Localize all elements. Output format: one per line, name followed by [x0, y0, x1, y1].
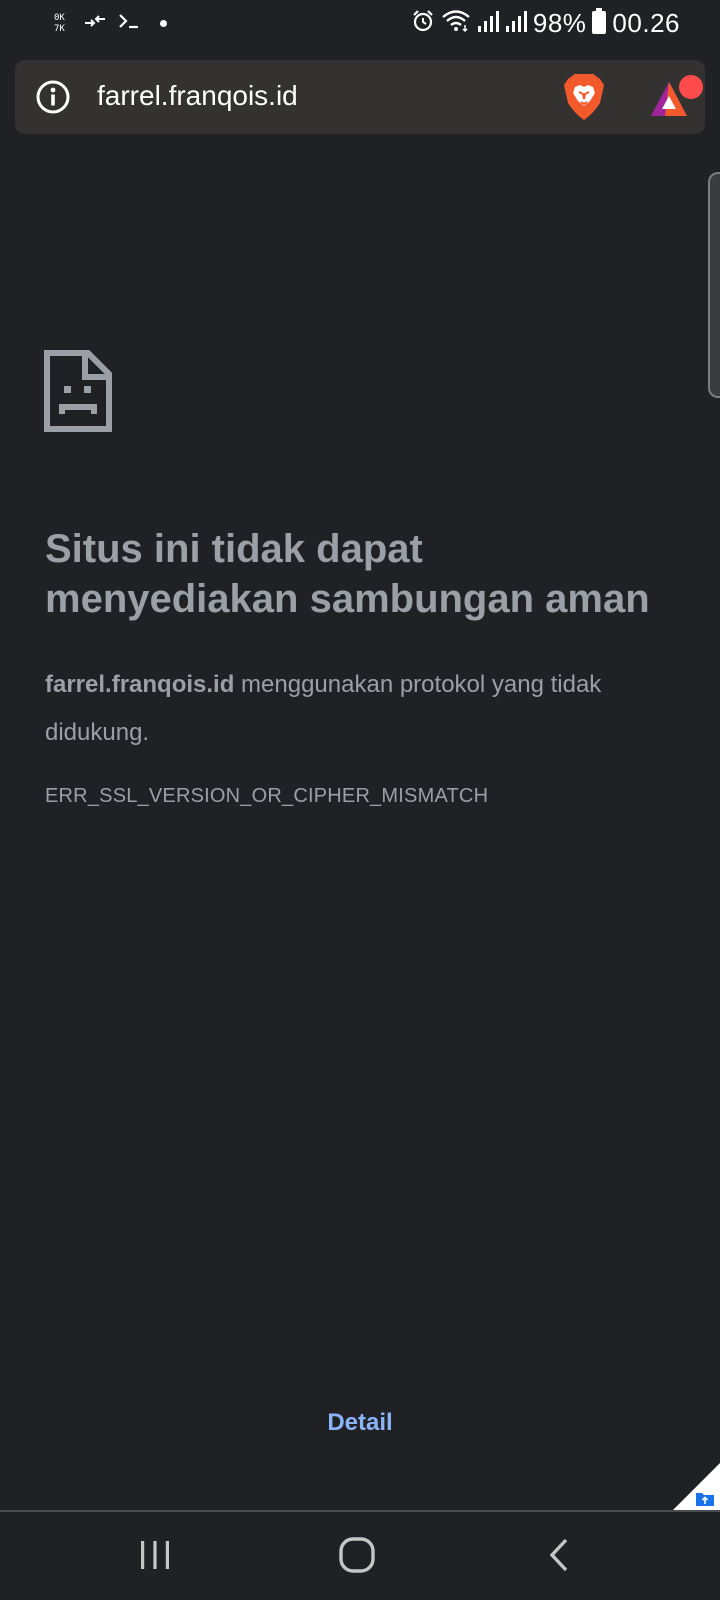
data-transfer-icon	[84, 13, 106, 34]
address-bar[interactable]: farrel.franqois.id	[15, 60, 705, 134]
info-icon[interactable]	[35, 79, 71, 115]
status-left: 0K 7K	[54, 10, 167, 36]
svg-text:0K: 0K	[54, 13, 65, 23]
status-right: 98% 00.26	[411, 7, 680, 39]
recents-icon	[138, 1539, 172, 1576]
signal-icon	[477, 9, 499, 38]
terminal-icon	[118, 13, 140, 34]
clock: 00.26	[612, 7, 680, 38]
error-title: Situs ini tidak dapat menyediakan sambun…	[45, 527, 650, 621]
brave-shields-icon[interactable]	[563, 73, 605, 121]
error-description: farrel.franqois.id menggunakan protokol …	[45, 661, 685, 757]
battery-percent: 98%	[532, 7, 587, 38]
corner-folder-badge[interactable]	[672, 1463, 720, 1511]
url-text[interactable]: farrel.franqois.id	[97, 80, 298, 112]
screen: 0K 7K 98% 00.26 farrel.franqois.id Situs…	[0, 0, 720, 1600]
alarm-icon	[411, 9, 435, 38]
home-button[interactable]	[330, 1530, 384, 1584]
back-button[interactable]	[532, 1530, 586, 1584]
wifi-icon	[441, 9, 471, 38]
detail-button[interactable]: Detail	[0, 1409, 720, 1437]
brave-rewards-icon[interactable]	[651, 74, 707, 120]
keyboard-speed-icon: 0K 7K	[54, 11, 72, 36]
navigation-bar	[0, 1512, 720, 1600]
svg-text:7K: 7K	[54, 24, 65, 33]
status-bar: 0K 7K 98% 00.26	[0, 0, 720, 46]
signal-icon	[505, 9, 527, 38]
recents-button[interactable]	[128, 1530, 182, 1584]
sad-page-icon	[44, 350, 112, 432]
back-icon	[546, 1537, 572, 1578]
home-icon	[338, 1536, 376, 1579]
scrollbar-handle[interactable]	[708, 172, 720, 398]
error-code: ERR_SSL_VERSION_OR_CIPHER_MISMATCH	[45, 785, 489, 807]
notification-dot-icon	[160, 19, 167, 27]
battery-icon	[592, 7, 607, 39]
error-domain: farrel.franqois.id	[45, 671, 235, 698]
